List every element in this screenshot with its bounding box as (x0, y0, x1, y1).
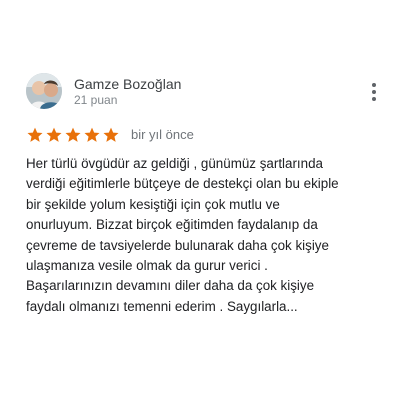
star-rating (26, 126, 120, 144)
reviewer-avatar[interactable] (26, 73, 62, 109)
profile-photo-icon (26, 73, 62, 109)
star-icon (27, 127, 43, 142)
more-vert-icon-dot (372, 97, 376, 101)
review-text-line: çevreme de tavsiyelerde bulunarak daha ç… (26, 237, 329, 253)
review-card: Gamze Bozoğlan 21 puan bir yıl önce Her … (0, 0, 400, 400)
star-icon (103, 127, 119, 142)
reviewer-points: 21 puan (74, 93, 118, 107)
review-text-line: verdiği eğitimlerle bütçeye de destekçi … (26, 176, 339, 192)
review-date: bir yıl önce (131, 127, 194, 142)
star-icon (84, 127, 100, 142)
review-text-line: Başarılarınızın devamını diler daha da ç… (26, 278, 315, 294)
review-text: Her türlü övgüdür az geldiği , günümüz ş… (26, 154, 398, 317)
review-text-line: faydalı olmanızı temenni ederim . Saygıl… (26, 298, 298, 314)
review-text-line: Her türlü övgüdür az geldiği , günümüz ş… (26, 156, 323, 171)
review-text-line: ulaşmanıza vesile olmak da gurur verici … (26, 258, 268, 274)
rating-row: bir yıl önce (26, 126, 194, 144)
star-icon (65, 127, 81, 142)
more-options-button[interactable] (364, 80, 384, 104)
more-vert-icon-dot (372, 90, 376, 94)
review-text-line: bir şekilde yolum kesiştiği için çok mut… (26, 196, 280, 212)
more-vert-icon (372, 83, 376, 87)
reviewer-name[interactable]: Gamze Bozoğlan (74, 76, 181, 92)
star-icon (46, 127, 62, 142)
review-text-line: onurluyum. Bizzat birçok eğitimden fayda… (26, 217, 318, 233)
